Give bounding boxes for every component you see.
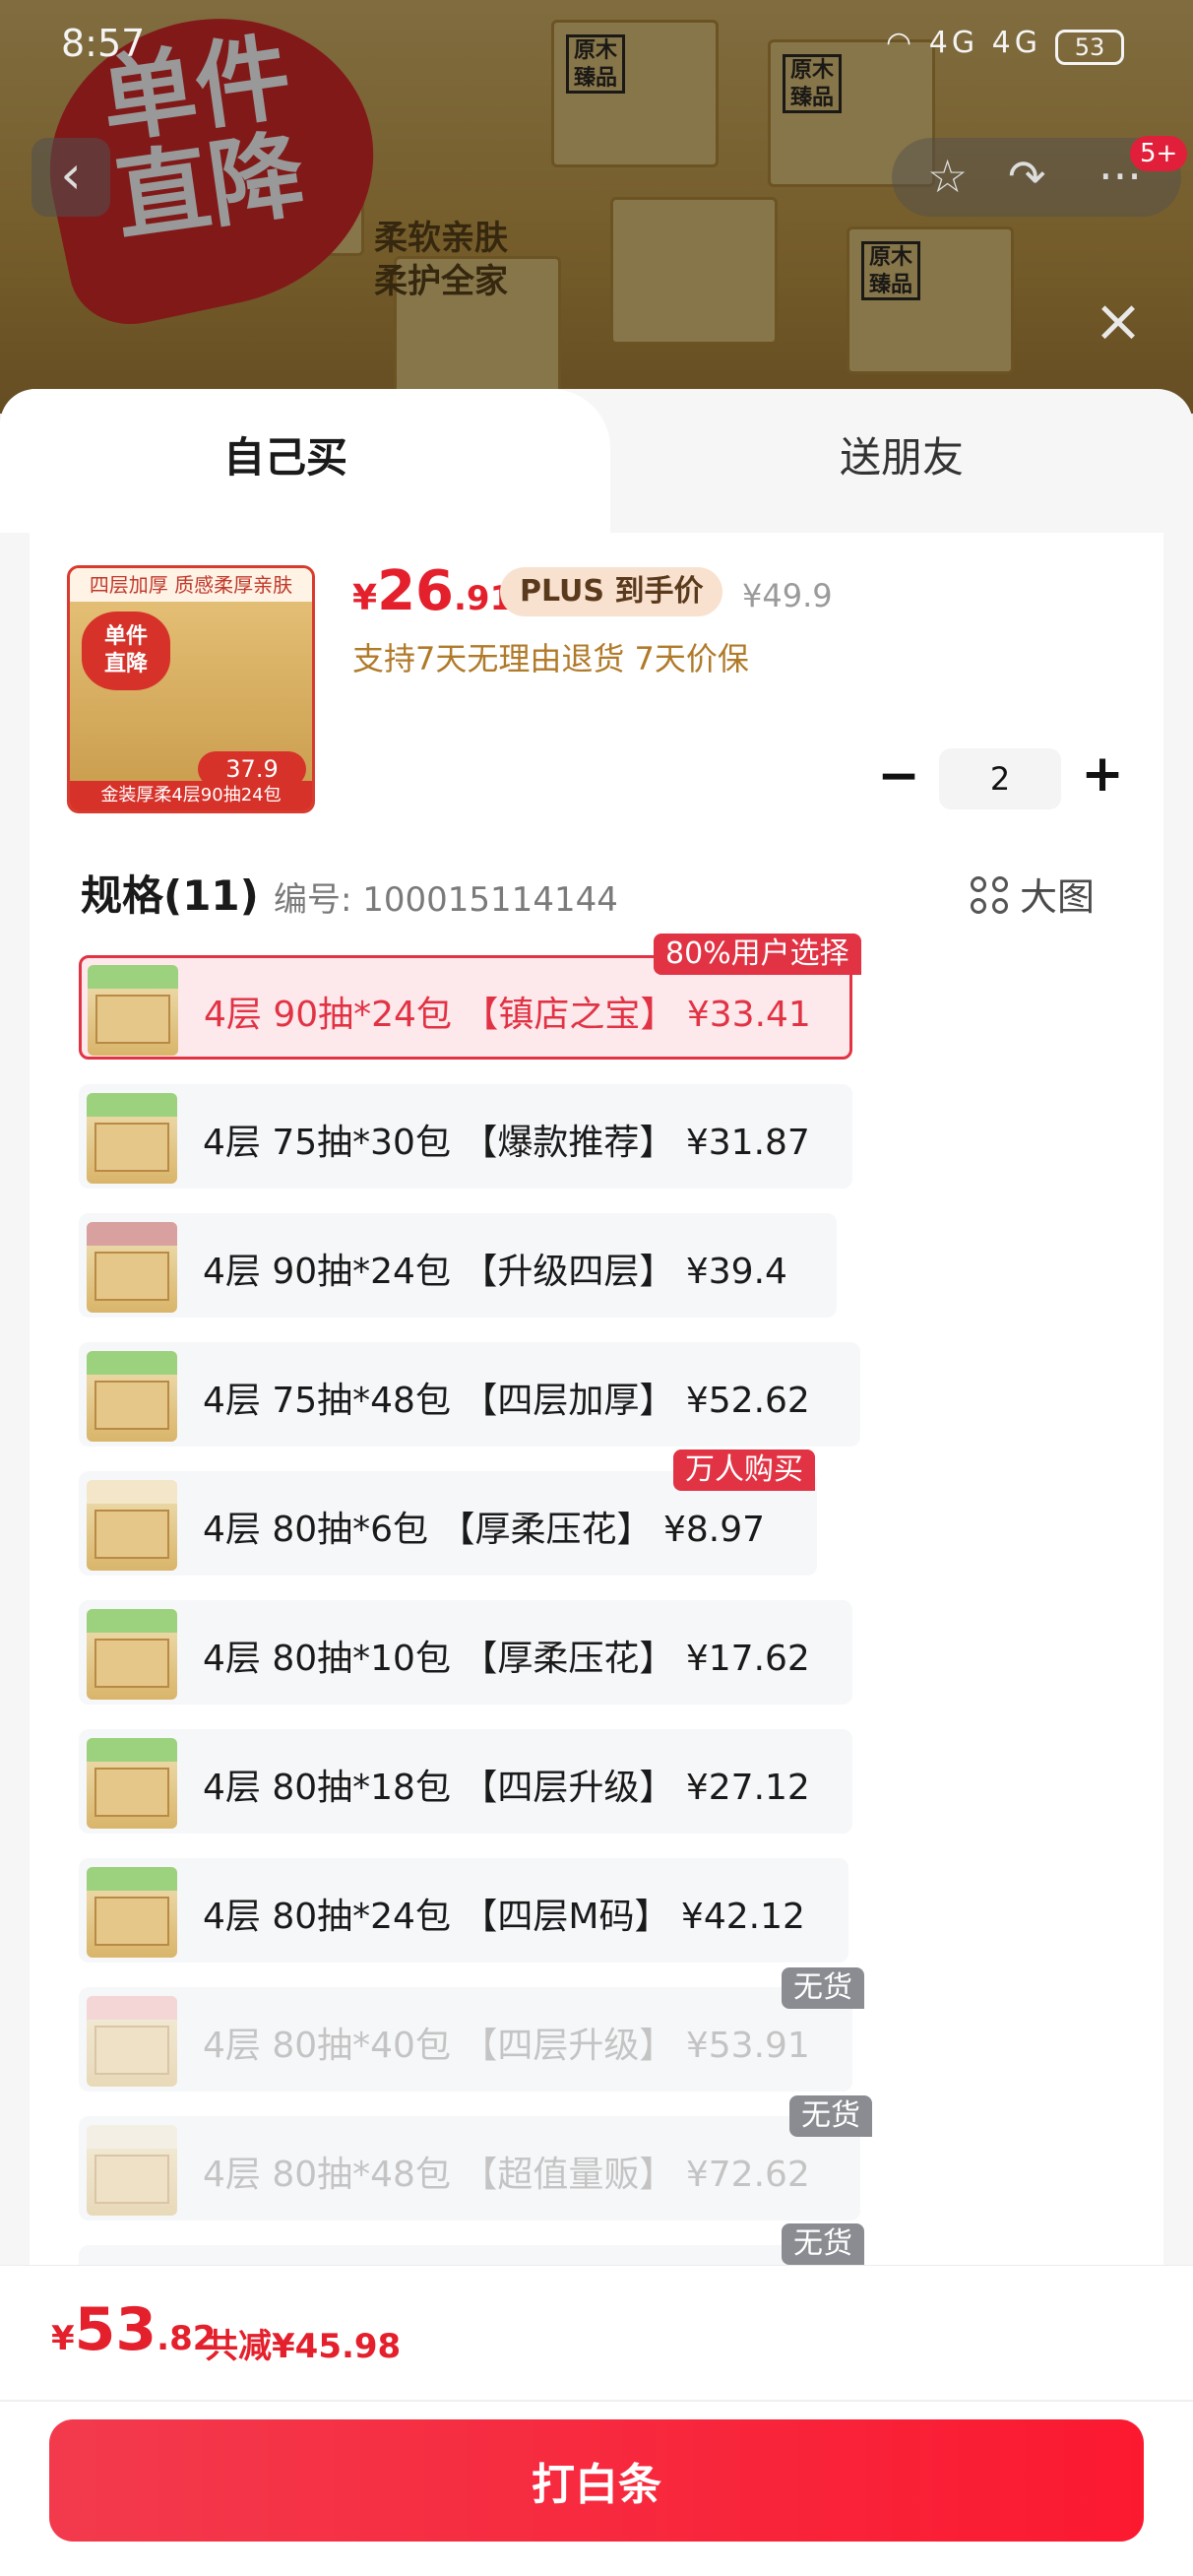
option-thumbnail <box>88 965 178 1056</box>
ious-pay-button[interactable]: 打白条 <box>49 2419 1144 2542</box>
total-currency: ¥ <box>51 2319 75 2358</box>
popular-choice-tag: 80%用户选择 <box>654 934 861 975</box>
total-integer: 53 <box>74 2295 157 2364</box>
option-thumbnail <box>87 1609 177 1700</box>
price-currency: ¥ <box>352 578 378 618</box>
status-bar: 8:57 ◠ 4G 4G 53 <box>0 0 1193 98</box>
option-thumbnail <box>87 1867 177 1958</box>
spec-option[interactable]: 4层 80抽*24包 【四层M码】 ¥42.12 <box>79 1858 848 1963</box>
current-price: ¥26.91 <box>352 559 513 623</box>
star-icon[interactable]: ☆ <box>927 138 968 215</box>
spec-option-sold-out: 4层 80抽*40包 【四层升级】 ¥53.91 <box>79 1987 852 2092</box>
option-label: 4层 80抽*18包 【四层升级】 ¥27.12 <box>203 1768 810 1808</box>
message-count-badge: 5+ <box>1130 136 1188 171</box>
back-button[interactable]: ‹ <box>31 138 110 217</box>
tab-send-friend-label: 送朋友 <box>839 433 964 482</box>
grid-icon <box>971 876 1010 916</box>
spec-title: 规格(11) <box>81 871 259 920</box>
thumb-top-text: 四层加厚 质感柔厚亲肤 <box>70 568 312 602</box>
original-price: ¥49.9 <box>742 577 833 614</box>
option-thumbnail <box>87 1996 177 2087</box>
spec-option[interactable]: 4层 80抽*18包 【四层升级】 ¥27.12 <box>79 1729 852 1834</box>
total-price: ¥53.82 <box>51 2295 216 2364</box>
total-discount: 共减¥45.98 <box>205 2327 402 2366</box>
plus-price-tag: PLUS 到手价 <box>500 567 723 616</box>
option-label: 4层 80抽*6包 【厚柔压花】 ¥8.97 <box>203 1510 766 1550</box>
product-code: 编号: 100015114144 <box>274 880 618 920</box>
spec-option[interactable]: 4层 75抽*30包 【爆款推荐】 ¥31.87 <box>79 1084 852 1189</box>
big-image-toggle[interactable]: 大图 <box>971 867 1095 921</box>
close-icon[interactable]: × <box>1091 291 1146 351</box>
big-image-label: 大图 <box>1020 875 1096 919</box>
option-thumbnail <box>87 2125 177 2216</box>
product-thumbnail[interactable]: 四层加厚 质感柔厚亲肤 单件 直降 37.9 金装厚柔4层90抽24包 <box>67 565 315 813</box>
signal-icons: ◠ 4G 4G <box>886 26 1041 60</box>
spec-option[interactable]: 4层 90抽*24包 【升级四层】 ¥39.4 <box>79 1213 837 1318</box>
share-icon[interactable]: ↷ <box>1008 138 1046 215</box>
checkout-bar: ¥53.82 共减¥45.98 打白条 <box>0 2265 1193 2576</box>
option-thumbnail <box>87 1738 177 1829</box>
tab-send-friend[interactable]: 送朋友 <box>610 389 1193 527</box>
sold-out-tag: 无货 <box>789 2095 872 2137</box>
quantity-minus-button[interactable]: − <box>874 750 923 804</box>
option-label: 4层 90抽*24包 【升级四层】 ¥39.4 <box>203 1252 787 1292</box>
spec-option-sold-out: 4层 80抽*48包 【超值量贩】 ¥72.62 <box>79 2116 860 2221</box>
option-label: 4层 80抽*10包 【厚柔压花】 ¥17.62 <box>203 1639 810 1679</box>
tab-buy-self-label: 自己买 <box>222 433 347 482</box>
status-time: 8:57 <box>61 22 146 65</box>
network-label: 4G 4G <box>928 26 1041 60</box>
spec-option[interactable]: 4层 80抽*10包 【厚柔压花】 ¥17.62 <box>79 1600 852 1705</box>
option-label: 4层 75抽*30包 【爆款推荐】 ¥31.87 <box>203 1123 810 1163</box>
option-label: 4层 75抽*48包 【四层加厚】 ¥52.62 <box>203 1381 810 1421</box>
sold-out-tag: 无货 <box>782 1967 864 2009</box>
spec-option[interactable]: 4层 75抽*48包 【四层加厚】 ¥52.62 <box>79 1342 860 1447</box>
option-thumbnail <box>87 1093 177 1184</box>
thumb-badge: 单件 直降 <box>82 612 170 690</box>
sold-out-tag: 无货 <box>782 2223 864 2265</box>
price-integer: 26 <box>377 559 454 623</box>
service-promise: 支持7天无理由退货 7天价保 <box>352 640 749 677</box>
option-label: 4层 80抽*24包 【四层M码】 ¥42.12 <box>203 1897 805 1937</box>
thumb-bottom-text: 金装厚柔4层90抽24包 <box>70 781 312 810</box>
tab-buy-self[interactable]: 自己买 <box>0 389 610 533</box>
option-label: 4层 80抽*40包 【四层升级】 ¥53.91 <box>203 2026 810 2066</box>
wifi-icon: ◠ <box>886 26 916 60</box>
option-thumbnail <box>87 1480 177 1571</box>
hot-sale-tag: 万人购买 <box>673 1449 815 1491</box>
option-label: 4层 90抽*24包 【镇店之宝】 ¥33.41 <box>204 995 811 1035</box>
quantity-plus-button[interactable]: + <box>1077 748 1128 802</box>
quantity-input[interactable] <box>939 748 1061 809</box>
divider <box>0 2400 1193 2402</box>
option-thumbnail <box>87 1351 177 1442</box>
option-thumbnail <box>87 1222 177 1313</box>
option-label: 4层 80抽*48包 【超值量贩】 ¥72.62 <box>203 2155 810 2195</box>
battery-icon: 53 <box>1055 30 1124 65</box>
